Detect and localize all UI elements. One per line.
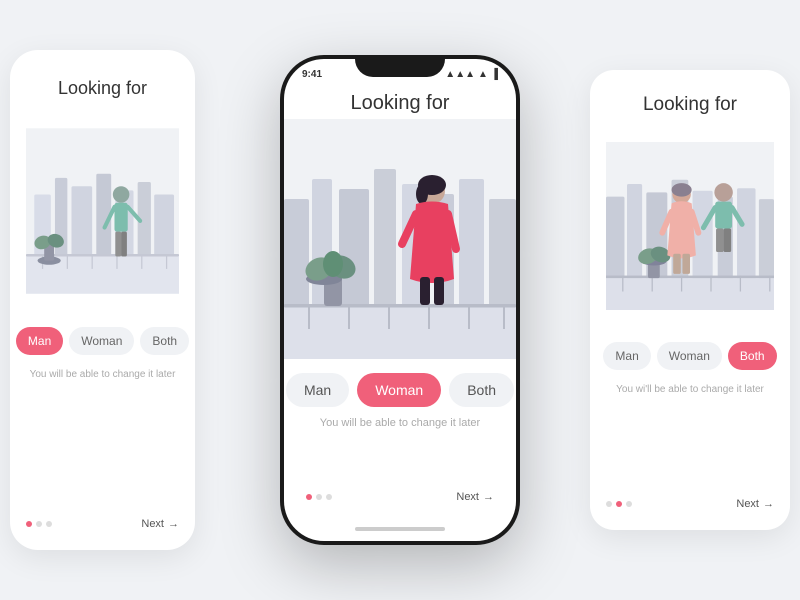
- phone-dot-3: [326, 494, 332, 500]
- left-dot-3: [46, 521, 52, 527]
- left-dot-2: [36, 521, 42, 527]
- right-dot-1: [606, 501, 612, 507]
- center-phone: 9:41 ▲▲▲ ▲ ▐ Looking for: [280, 55, 520, 545]
- right-change-later: You wi'll be able to change it later: [616, 384, 764, 395]
- right-dot-3: [626, 501, 632, 507]
- left-dot-1: [26, 521, 32, 527]
- right-dot-2: [616, 501, 622, 507]
- left-next-label: Next: [141, 518, 164, 530]
- status-time: 9:41: [302, 69, 322, 80]
- right-card-illustration: [606, 126, 774, 326]
- right-next-label: Next: [736, 498, 759, 510]
- signal-icon: ▲▲▲: [445, 69, 475, 80]
- phone-dots-next: Next →: [284, 491, 516, 503]
- left-pagination-dots: [26, 521, 52, 527]
- both-button-right[interactable]: Both: [728, 342, 777, 370]
- left-card-illustration: [26, 111, 179, 311]
- left-card: Looking for: [10, 50, 195, 550]
- phone-next-label: Next: [456, 491, 479, 503]
- left-change-later: You will be able to change it later: [30, 369, 176, 380]
- woman-button-right[interactable]: Woman: [657, 342, 722, 370]
- phone-dot-2: [316, 494, 322, 500]
- phone-arrow-icon: →: [483, 491, 494, 503]
- man-button-right[interactable]: Man: [603, 342, 650, 370]
- phone-illustration: [284, 119, 516, 359]
- left-arrow-icon: →: [168, 518, 179, 530]
- right-pagination-dots: [606, 501, 632, 507]
- phone-pagination-dots: [306, 494, 332, 500]
- home-indicator: [355, 527, 445, 531]
- phone-screen: 9:41 ▲▲▲ ▲ ▐ Looking for: [284, 59, 516, 541]
- phone-next-button[interactable]: Next →: [456, 491, 494, 503]
- left-gender-buttons: Man Woman Both: [16, 327, 189, 355]
- right-card: Looking for: [590, 70, 790, 530]
- phone-notch: [355, 55, 445, 77]
- left-card-title: Looking for: [58, 78, 147, 99]
- left-dots-next: Next →: [26, 506, 179, 530]
- left-next-button[interactable]: Next →: [141, 518, 179, 530]
- battery-icon: ▐: [491, 69, 498, 80]
- right-next-button[interactable]: Next →: [736, 498, 774, 510]
- phone-title: Looking for: [351, 92, 450, 115]
- woman-button-left[interactable]: Woman: [69, 327, 134, 355]
- right-dots-next: Next →: [606, 486, 774, 510]
- phone-gender-buttons: Man Woman Both: [286, 373, 514, 407]
- right-gender-buttons: Man Woman Both: [603, 342, 776, 370]
- phone-dot-1: [306, 494, 312, 500]
- right-arrow-icon: →: [763, 498, 774, 510]
- both-button-left[interactable]: Both: [140, 327, 189, 355]
- right-card-title: Looking for: [643, 94, 737, 116]
- wifi-icon: ▲: [478, 69, 488, 80]
- phone-change-later: You will be able to change it later: [320, 417, 480, 429]
- phone-both-button[interactable]: Both: [449, 373, 514, 407]
- status-icons: ▲▲▲ ▲ ▐: [445, 69, 498, 80]
- man-button-left[interactable]: Man: [16, 327, 63, 355]
- phone-woman-button[interactable]: Woman: [357, 373, 441, 407]
- phone-man-button[interactable]: Man: [286, 373, 349, 407]
